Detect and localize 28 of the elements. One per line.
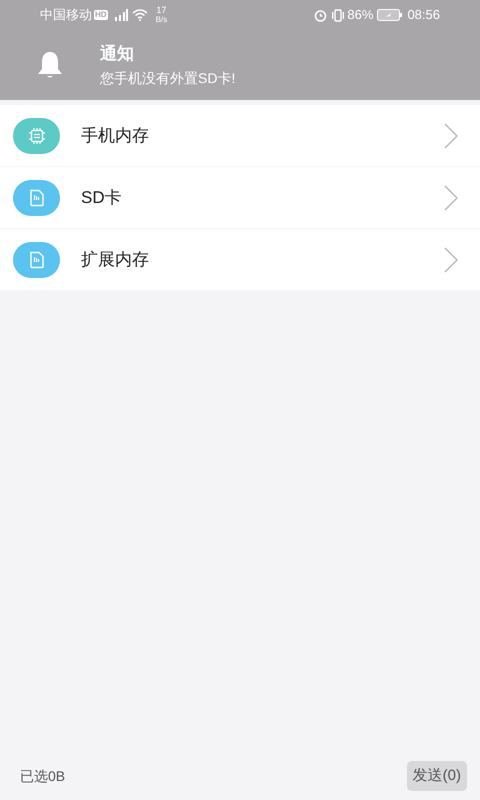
send-button[interactable]: 发送(0) xyxy=(406,761,467,791)
vibrate-icon xyxy=(331,8,346,22)
storage-label: 扩展内存 xyxy=(81,248,150,271)
hd-badge: HD xyxy=(94,10,108,20)
storage-item[interactable]: SD卡 xyxy=(0,167,480,229)
bell-icon xyxy=(35,50,65,80)
signal-icon xyxy=(114,9,128,21)
storage-label: 手机内存 xyxy=(81,124,150,147)
battery-icon xyxy=(377,9,404,21)
chevron-right-icon xyxy=(444,246,458,272)
notice-message: 您手机没有外置SD卡! xyxy=(100,69,236,88)
storage-item[interactable]: 扩展内存 xyxy=(0,229,480,291)
wifi-icon xyxy=(132,9,148,21)
battery-percent: 86% xyxy=(347,6,374,24)
selected-size: 已选0B xyxy=(20,766,66,786)
notice-title: 通知 xyxy=(100,43,135,65)
chevron-right-icon xyxy=(444,184,458,210)
sd-card-icon xyxy=(28,250,44,268)
storage-label: SD卡 xyxy=(81,186,123,209)
chevron-right-icon xyxy=(444,122,458,148)
alarm-icon xyxy=(314,8,328,22)
carrier-name: 中国移动 xyxy=(40,6,92,24)
storage-item[interactable]: 手机内存 xyxy=(0,105,480,167)
speed-unit: B/s xyxy=(156,15,168,24)
sd-card-icon xyxy=(28,188,44,206)
clock-time: 08:56 xyxy=(407,6,440,24)
speed-value: 17 xyxy=(156,6,166,15)
chip-icon xyxy=(28,126,46,144)
